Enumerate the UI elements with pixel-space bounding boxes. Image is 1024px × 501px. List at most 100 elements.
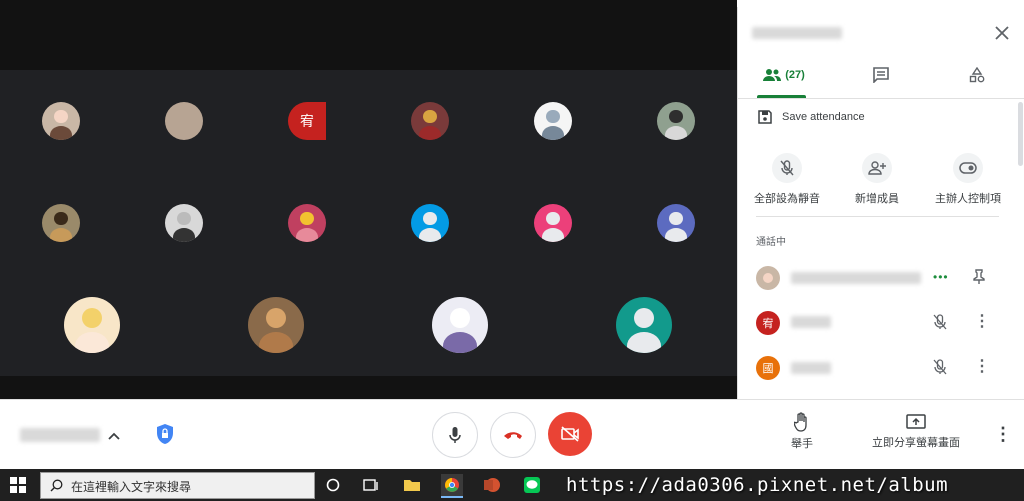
camera-off-icon [561, 426, 579, 442]
participant-initial: 宥 [300, 113, 314, 129]
participant-tile[interactable] [657, 102, 695, 140]
chevron-up-icon[interactable] [108, 427, 122, 441]
photo-avatar [534, 102, 572, 140]
participant-name-redacted [791, 272, 921, 284]
raise-hand-label: 舉手 [791, 438, 813, 450]
participant-avatar [756, 266, 780, 290]
participant-tile[interactable] [616, 297, 672, 353]
camera-button[interactable] [548, 412, 592, 456]
more-options-icon[interactable]: ⋮ [974, 314, 990, 330]
participant-initial: 國 [762, 363, 774, 375]
cortana-icon[interactable] [322, 474, 344, 496]
participant-tile[interactable]: 宥 [288, 102, 326, 140]
people-icon [763, 69, 782, 81]
panel-title-redacted [752, 27, 842, 39]
save-icon [758, 110, 772, 124]
toggle-icon [959, 162, 977, 174]
chat-icon [873, 67, 889, 83]
task-view-icon[interactable] [360, 474, 382, 496]
default-avatar [411, 204, 449, 242]
participant-tile[interactable] [248, 297, 304, 353]
microphone-icon [449, 427, 461, 443]
host-controls-button[interactable] [953, 153, 983, 183]
powerpoint-icon[interactable] [481, 474, 503, 496]
meeting-details-redacted[interactable] [20, 428, 100, 442]
participant-tile[interactable] [534, 204, 572, 242]
microphone-button[interactable] [432, 412, 478, 458]
taskbar-search-box[interactable]: 在這裡輸入文字來搜尋 [40, 472, 315, 499]
raise-hand-button[interactable]: 舉手 [770, 412, 834, 451]
stage-bottom-band [0, 376, 737, 399]
present-now-label: 立即分享螢幕畫面 [872, 437, 960, 449]
participant-name-redacted [791, 316, 831, 328]
present-screen-icon [906, 414, 926, 429]
add-person-icon [868, 161, 886, 175]
panel-scrollbar[interactable] [1018, 102, 1023, 166]
host-controls-label: 主辦人控制項 [935, 193, 1001, 205]
hand-icon [794, 412, 807, 432]
chrome-icon[interactable] [441, 474, 463, 498]
speaking-indicator-icon: ••• [933, 270, 949, 284]
search-placeholder: 在這裡輸入文字來搜尋 [71, 480, 192, 494]
photo-avatar [42, 204, 80, 242]
photo-avatar [411, 102, 449, 140]
photo-avatar [288, 204, 326, 242]
default-avatar [657, 204, 695, 242]
add-people-label: 新增成員 [855, 193, 899, 205]
hang-up-icon [504, 432, 522, 439]
participant-tile[interactable] [411, 102, 449, 140]
participant-tile[interactable] [288, 204, 326, 242]
participant-tile[interactable] [42, 102, 80, 140]
tab-chat[interactable] [870, 63, 892, 87]
mic-off-icon [933, 314, 949, 330]
mute-all-button[interactable] [772, 153, 802, 183]
file-explorer-icon[interactable] [401, 474, 423, 496]
tabs-divider [737, 98, 1024, 99]
tab-people[interactable]: (27) [760, 63, 808, 87]
more-options-icon[interactable]: ⋮ [974, 359, 990, 375]
participant-avatar: 國 [756, 356, 780, 380]
participant-avatar: 宥 [756, 311, 780, 335]
photo-avatar [165, 204, 203, 242]
photo-avatar [432, 297, 488, 353]
save-attendance-label: Save attendance [782, 111, 865, 123]
actions-divider [756, 216, 999, 217]
mute-all-label: 全部設為靜音 [754, 193, 820, 205]
participant-initial: 宥 [762, 318, 774, 330]
participant-tile[interactable] [42, 204, 80, 242]
participant-tile[interactable] [64, 297, 120, 353]
participant-tile[interactable] [165, 204, 203, 242]
participant-tile[interactable] [657, 204, 695, 242]
add-people-button[interactable] [862, 153, 892, 183]
default-avatar [534, 204, 572, 242]
photo-avatar [42, 102, 80, 140]
shield-icon[interactable] [156, 423, 176, 445]
people-count: (27) [785, 69, 805, 81]
save-attendance-button[interactable]: Save attendance [758, 110, 865, 124]
tab-activities[interactable] [966, 63, 988, 87]
mic-off-icon [933, 359, 949, 375]
face-shape [763, 273, 773, 283]
participant-tile[interactable] [534, 102, 572, 140]
default-avatar [616, 297, 672, 353]
in-call-section-label: 通話中 [756, 237, 786, 248]
participant-tile[interactable] [411, 204, 449, 242]
stage-top-band [0, 0, 737, 70]
pin-icon[interactable] [972, 269, 988, 285]
photo-avatar [64, 297, 120, 353]
search-icon [50, 479, 63, 492]
mic-off-icon [780, 160, 794, 176]
photo-avatar [248, 297, 304, 353]
participant-tile[interactable] [165, 102, 203, 140]
watermark-text: https://ada0306.pixnet.net/album [566, 474, 949, 496]
line-app-icon[interactable] [521, 474, 543, 496]
more-options-icon[interactable]: ⋮ [994, 424, 1012, 444]
participant-tile[interactable] [432, 297, 488, 353]
windows-start-icon[interactable] [10, 477, 26, 493]
present-now-button[interactable]: 立即分享螢幕畫面 [866, 414, 966, 450]
photo-avatar [657, 102, 695, 140]
activities-icon [969, 67, 985, 83]
participant-name-redacted [791, 362, 831, 374]
close-icon[interactable] [992, 23, 1012, 43]
leave-call-button[interactable] [490, 412, 536, 458]
